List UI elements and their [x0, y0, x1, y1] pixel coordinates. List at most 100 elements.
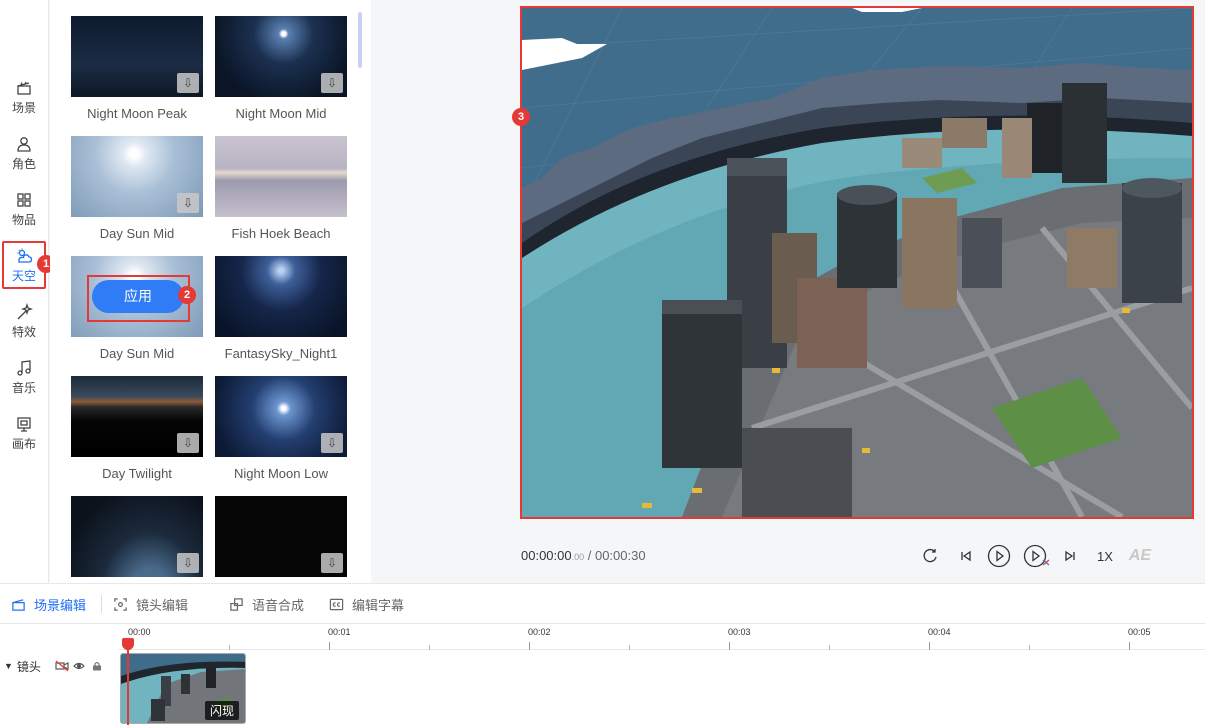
previous-button[interactable] — [956, 544, 976, 568]
tab-voice-synthesis[interactable]: 语音合成 — [229, 594, 304, 614]
minor-tick — [429, 645, 430, 650]
sky-thumbnail: ⇩ — [215, 376, 347, 457]
sky-tile-label: Day Sun Mid — [99, 226, 175, 241]
tab-label: 编辑字幕 — [352, 597, 405, 613]
sky-tile[interactable]: ⇩ — [215, 496, 347, 577]
tick-label: 00:00 — [128, 627, 151, 637]
speed-button[interactable]: 1X — [1093, 544, 1117, 568]
download-icon[interactable]: ⇩ — [177, 553, 199, 573]
current-ms: .00 — [571, 552, 585, 562]
sky-tile[interactable]: ⇩ Night Moon Low — [215, 376, 347, 481]
download-icon[interactable]: ⇩ — [321, 553, 343, 573]
eye-icon[interactable] — [73, 661, 85, 671]
tick-label: 00:05 — [1128, 627, 1151, 637]
replay-button[interactable] — [920, 544, 940, 568]
skip-back-icon — [961, 550, 971, 562]
sky-tile[interactable]: 应用 Day Sun Mid — [71, 256, 203, 361]
sky-tile[interactable]: ⇩ Night Moon Peak — [71, 16, 203, 121]
sky-tile[interactable]: ⇩ Day Sun Mid — [71, 136, 203, 241]
apply-button[interactable]: 应用 — [92, 280, 184, 313]
nav-item-label: 特效 — [11, 324, 36, 339]
nav-item-label: 天空 — [11, 268, 36, 283]
playhead[interactable] — [127, 638, 129, 725]
nav-item-character[interactable]: 角色 — [2, 129, 46, 177]
sky-tile[interactable]: ⇩ Day Twilight — [71, 376, 203, 481]
player-controls: 00:00:00.00 / 00:00:30 1X AE — [520, 544, 1160, 568]
next-button[interactable] — [1060, 544, 1080, 568]
sky-tile[interactable]: ⇩ Night Moon Mid — [215, 16, 347, 121]
sky-thumbnail — [215, 136, 347, 217]
city-scene-render — [522, 8, 1192, 517]
download-icon[interactable]: ⇩ — [321, 73, 343, 93]
download-icon[interactable]: ⇩ — [177, 193, 199, 213]
clapperboard-icon — [12, 598, 25, 611]
person-icon — [17, 136, 31, 152]
play-from-here-button[interactable] — [1022, 544, 1052, 568]
sky-tile[interactable]: ⇩ — [71, 496, 203, 577]
tick-mark — [1129, 642, 1130, 650]
tick-mark — [929, 642, 930, 650]
focus-frame-icon — [114, 597, 127, 611]
shot-clip[interactable]: 闪现 — [120, 653, 246, 724]
current-time: 00:00:00 — [521, 548, 572, 563]
nav-item-scene[interactable]: 场景 — [2, 73, 46, 121]
sky-tile-label: Night Moon Peak — [87, 106, 187, 121]
tab-scene-edit[interactable]: 场景编辑 — [11, 594, 86, 614]
tab-label: 镜头编辑 — [136, 597, 189, 613]
sky-thumbnail: ⇩ — [215, 496, 347, 577]
skip-forward-icon — [1065, 550, 1075, 562]
download-icon[interactable]: ⇩ — [321, 433, 343, 453]
loop-icon — [923, 548, 937, 563]
tab-shot-edit[interactable]: 镜头编辑 — [113, 594, 188, 614]
download-icon[interactable]: ⇩ — [177, 433, 199, 453]
annotation-marker-2: 2 — [178, 286, 196, 304]
tab-divider — [101, 595, 102, 613]
tick-label: 00:04 — [928, 627, 951, 637]
track-label: 镜头 — [16, 659, 41, 674]
tab-label: 语音合成 — [252, 597, 305, 613]
sky-thumbnail: ⇩ — [215, 16, 347, 97]
clip-label: 闪现 — [204, 701, 239, 720]
sky-tile-label: Day Sun Mid — [99, 346, 175, 361]
total-time: 00:00:30 — [594, 548, 646, 563]
sky-thumbnail: ⇩ — [71, 376, 203, 457]
tick-label: 00:02 — [528, 627, 551, 637]
lock-icon[interactable] — [92, 661, 102, 671]
sky-tile-label: Night Moon Low — [234, 466, 328, 481]
app-root: 场景 角色 物品 天空 特效 音乐 画布 1 ⇩ Night Moon Peak… — [0, 0, 1205, 725]
tab-subtitles[interactable]: 编辑字幕 — [329, 594, 404, 614]
play-button[interactable] — [986, 544, 1012, 568]
minor-tick — [229, 645, 230, 650]
sky-thumbnail: ⇩ — [71, 16, 203, 97]
grid-icon — [17, 192, 31, 207]
clapperboard-icon — [17, 81, 31, 95]
sky-tile[interactable]: Fish Hoek Beach — [215, 136, 347, 241]
time-ruler[interactable]: 00:00 00:01 00:02 00:03 00:04 00:05 — [118, 624, 1205, 650]
sky-thumbnail — [215, 256, 347, 337]
download-icon[interactable]: ⇩ — [177, 73, 199, 93]
left-nav: 场景 角色 物品 天空 特效 音乐 画布 — [0, 0, 49, 583]
sky-thumbnail: ⇩ — [71, 136, 203, 217]
minor-tick — [629, 645, 630, 650]
cc-icon — [329, 598, 344, 610]
nav-item-label: 画布 — [11, 436, 36, 451]
nav-item-label: 角色 — [11, 156, 36, 171]
tick-label: 00:03 — [728, 627, 751, 637]
nav-item-effects[interactable]: 特效 — [2, 297, 46, 345]
panel-scrollbar[interactable] — [358, 12, 362, 68]
nav-item-music[interactable]: 音乐 — [2, 353, 46, 401]
minor-tick — [1029, 645, 1030, 650]
sky-panel: ⇩ Night Moon Peak ⇩ Night Moon Mid ⇩ Day… — [50, 0, 371, 583]
playhead-handle[interactable] — [122, 638, 134, 650]
nav-item-canvas[interactable]: 画布 — [2, 409, 46, 457]
collapse-arrow-icon[interactable]: ▼ — [4, 661, 13, 671]
annotation-marker-3: 3 — [512, 108, 530, 126]
ae-logo[interactable]: AE — [1124, 544, 1156, 568]
sky-tile[interactable]: FantasySky_Night1 — [215, 256, 347, 361]
nav-item-props[interactable]: 物品 — [2, 185, 46, 233]
nav-item-label: 音乐 — [11, 380, 36, 395]
sky-tile-label: FantasySky_Night1 — [224, 346, 338, 361]
minor-tick — [829, 645, 830, 650]
camera-muted-icon[interactable] — [55, 660, 69, 672]
scene-viewport[interactable] — [520, 6, 1194, 519]
